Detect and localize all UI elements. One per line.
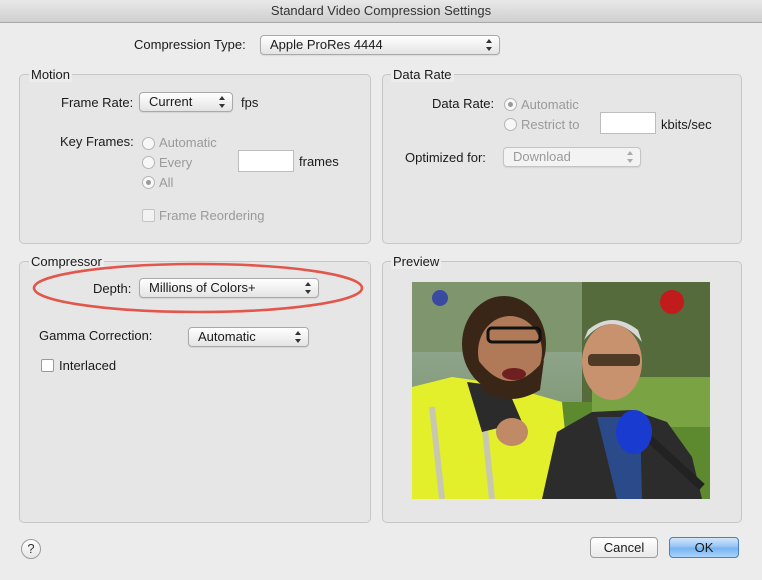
frame-rate-value: Current [149, 94, 193, 109]
interlaced-checkbox[interactable] [41, 359, 54, 372]
key-frames-automatic-label: Automatic [159, 135, 217, 150]
data-rate-label: Data Rate: [432, 96, 495, 111]
gamma-correction-popup[interactable]: Automatic [188, 327, 309, 347]
gamma-correction-label: Gamma Correction: [39, 328, 153, 343]
motion-group-title: Motion [29, 67, 73, 82]
interlaced-label: Interlaced [59, 358, 117, 373]
optimized-for-value: Download [513, 149, 571, 164]
key-frames-every-radio[interactable] [142, 156, 155, 169]
window-title: Standard Video Compression Settings [0, 0, 762, 23]
fps-label: fps [241, 95, 259, 110]
data-rate-restrict-label: Restrict to [521, 117, 580, 132]
ok-button[interactable]: OK [669, 537, 739, 558]
key-frames-count-field[interactable] [238, 150, 294, 172]
frame-rate-label: Frame Rate: [61, 95, 134, 110]
chevron-updown-icon [219, 95, 226, 109]
data-rate-restrict-radio[interactable] [504, 118, 517, 131]
data-rate-group-title: Data Rate [391, 67, 454, 82]
kbits-label: kbits/sec [661, 117, 712, 132]
help-button[interactable]: ? [21, 539, 41, 559]
data-rate-automatic-label: Automatic [521, 97, 579, 112]
chevron-updown-icon [295, 330, 302, 344]
compression-type-value: Apple ProRes 4444 [270, 37, 383, 52]
gamma-correction-value: Automatic [198, 329, 256, 344]
optimized-for-popup[interactable]: Download [503, 147, 641, 167]
frame-rate-popup[interactable]: Current [139, 92, 233, 112]
frames-label: frames [299, 154, 339, 169]
key-frames-every-label: Every [159, 155, 193, 170]
frame-reordering-checkbox[interactable] [142, 209, 155, 222]
data-rate-automatic-radio[interactable] [504, 98, 517, 111]
key-frames-all-label: All [159, 175, 174, 190]
key-frames-label: Key Frames: [60, 134, 134, 149]
key-frames-automatic-radio[interactable] [142, 137, 155, 150]
compression-type-label: Compression Type: [134, 37, 246, 52]
chevron-updown-icon [627, 150, 634, 164]
cancel-button[interactable]: Cancel [590, 537, 658, 558]
chevron-updown-icon [486, 38, 493, 52]
preview-image [412, 282, 710, 499]
frame-reordering-label: Frame Reordering [159, 208, 265, 223]
key-frames-all-radio[interactable] [142, 176, 155, 189]
compression-type-popup[interactable]: Apple ProRes 4444 [260, 35, 500, 55]
preview-group-title: Preview [391, 254, 442, 269]
optimized-for-label: Optimized for: [405, 150, 486, 165]
depth-highlight-ellipse [32, 262, 364, 314]
kbits-field[interactable] [600, 112, 656, 134]
